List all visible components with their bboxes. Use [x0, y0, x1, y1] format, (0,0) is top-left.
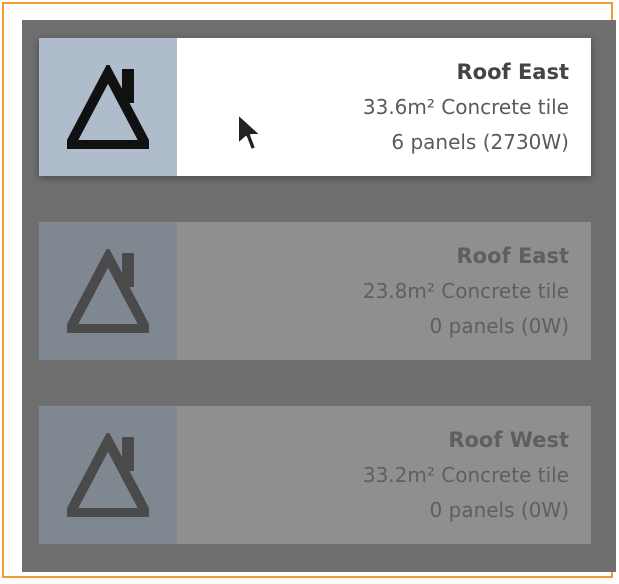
- screenshot-frame: Roof East 33.6m² Concrete tile 6 panels …: [2, 2, 616, 578]
- roof-area-material: 23.8m² Concrete tile: [362, 279, 569, 303]
- house-roof-icon: [67, 433, 149, 517]
- roof-panels: 6 panels (2730W): [391, 130, 569, 154]
- roof-thumbnail: [39, 222, 177, 360]
- roof-list-panel: Roof East 33.6m² Concrete tile 6 panels …: [22, 20, 616, 572]
- roof-info: Roof East 23.8m² Concrete tile 0 panels …: [177, 222, 591, 360]
- roof-name: Roof West: [448, 428, 569, 452]
- roof-info: Roof East 33.6m² Concrete tile 6 panels …: [177, 38, 591, 176]
- mouse-pointer-icon: [237, 113, 262, 151]
- roof-info: Roof West 33.2m² Concrete tile 0 panels …: [177, 406, 591, 544]
- roof-card[interactable]: Roof East 33.6m² Concrete tile 6 panels …: [39, 38, 591, 176]
- roof-name: Roof East: [456, 60, 569, 84]
- roof-panels: 0 panels (0W): [429, 314, 569, 338]
- house-roof-icon: [67, 249, 149, 333]
- roof-thumbnail: [39, 38, 177, 176]
- roof-card[interactable]: Roof West 33.2m² Concrete tile 0 panels …: [39, 406, 591, 544]
- roof-area-material: 33.2m² Concrete tile: [362, 463, 569, 487]
- roof-thumbnail: [39, 406, 177, 544]
- roof-area-material: 33.6m² Concrete tile: [362, 95, 569, 119]
- house-roof-icon: [67, 65, 149, 149]
- roof-card[interactable]: Roof East 23.8m² Concrete tile 0 panels …: [39, 222, 591, 360]
- roof-name: Roof East: [456, 244, 569, 268]
- roof-panels: 0 panels (0W): [429, 498, 569, 522]
